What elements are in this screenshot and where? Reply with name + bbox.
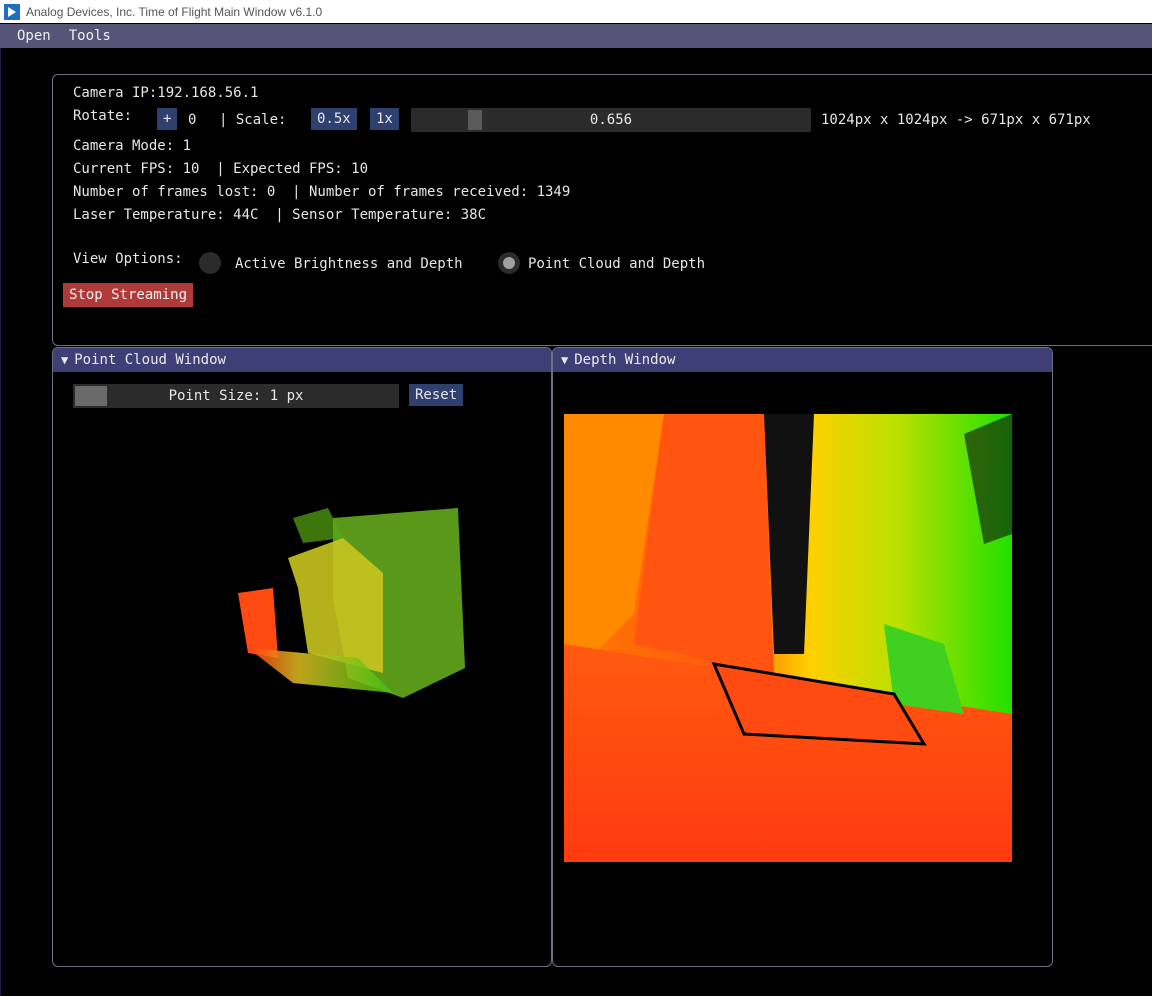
point-cloud-window: ▼ Point Cloud Window Point Size: 1 px Re… <box>52 347 552 967</box>
scale-half-button[interactable]: 0.5x <box>311 108 357 130</box>
camera-ip: Camera IP:192.168.56.1 <box>73 85 259 101</box>
fps-info: Current FPS: 10 | Expected FPS: 10 <box>73 161 369 177</box>
depth-window-header[interactable]: ▼ Depth Window <box>553 348 1052 372</box>
frames-info: Number of frames lost: 0 | Number of fra… <box>73 184 571 200</box>
app-icon <box>4 3 20 20</box>
scale-label: | Scale: <box>219 112 287 128</box>
depth-window: ▼ Depth Window <box>552 347 1053 967</box>
depth-image[interactable] <box>564 414 1012 862</box>
point-cloud-view[interactable] <box>53 348 551 966</box>
menu-open[interactable]: Open <box>0 28 60 44</box>
camera-control-panel: Camera IP:192.168.56.1 Rotate: + 0 | Sca… <box>52 74 1152 346</box>
depth-window-title: Depth Window <box>574 352 676 368</box>
radio-active-brightness[interactable] <box>199 252 221 274</box>
view-options-label: View Options: <box>73 251 183 267</box>
stop-streaming-button[interactable]: Stop Streaming <box>63 283 194 307</box>
camera-mode: Camera Mode: 1 <box>73 138 192 154</box>
radio-point-cloud[interactable] <box>498 252 520 274</box>
temperature-info: Laser Temperature: 44C | Sensor Temperat… <box>73 207 487 223</box>
scale-slider[interactable]: 0.656 <box>411 108 811 132</box>
view-option-1-label: Active Brightness and Depth <box>235 256 463 272</box>
menu-tools[interactable]: Tools <box>60 28 120 44</box>
menu-bar: Open Tools <box>0 24 1152 48</box>
title-bar: Analog Devices, Inc. Time of Flight Main… <box>0 0 1152 23</box>
window-title: Analog Devices, Inc. Time of Flight Main… <box>26 4 323 19</box>
rotate-plus-button[interactable]: + <box>157 108 178 130</box>
rotate-value: 0 <box>188 112 197 128</box>
rotate-label: Rotate: <box>73 108 133 124</box>
view-option-2-label: Point Cloud and Depth <box>528 256 706 272</box>
scale-one-button[interactable]: 1x <box>370 108 399 130</box>
scale-slider-value: 0.656 <box>589 112 633 128</box>
collapse-triangle-icon[interactable]: ▼ <box>561 353 568 367</box>
resolution-text: 1024px x 1024px -> 671px x 671px <box>821 112 1091 128</box>
